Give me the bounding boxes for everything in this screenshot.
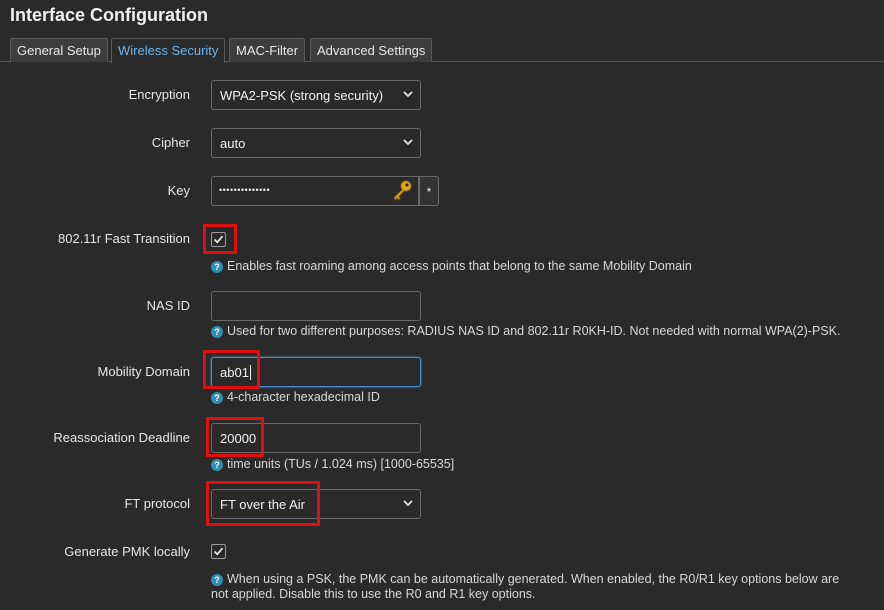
fast-transition-help-text: Enables fast roaming among access points… [227,259,692,273]
generate-pmk-help: ? When using a PSK, the PMK can be automa… [211,572,876,602]
encryption-label: Encryption [128,87,190,102]
reveal-key-button[interactable]: * [419,176,439,206]
mobility-domain-value: ab01 [220,365,249,380]
chevron-down-icon [403,91,413,98]
nas-id-label: NAS ID [146,298,190,313]
chevron-down-icon [403,139,413,146]
checkmark-icon [213,547,224,556]
cipher-label: Cipher [151,135,190,150]
generate-pmk-help-line1: When using a PSK, the PMK can be automat… [227,572,840,586]
tab-advanced-settings[interactable]: Advanced Settings [310,38,433,62]
fast-transition-label: 802.11r Fast Transition [58,231,190,246]
nas-id-help-text: Used for two different purposes: RADIUS … [227,324,841,338]
nas-id-input[interactable] [211,291,421,321]
question-icon: ? [211,459,223,471]
question-icon: ? [211,326,223,338]
generate-pmk-help-line2: not applied. Disable this to use the R0 … [211,587,536,601]
mobility-domain-help: ? 4-character hexadecimal ID [211,390,380,405]
ft-protocol-value: FT over the Air [220,497,306,512]
reassociation-deadline-help-text: time units (TUs / 1.024 ms) [1000-65535] [227,457,455,471]
question-icon: ? [211,261,223,273]
generate-pmk-label: Generate PMK locally [64,544,190,559]
ft-protocol-select[interactable]: FT over the Air [211,489,421,519]
question-icon: ? [211,392,223,404]
generate-pmk-checkbox[interactable] [211,544,226,559]
ft-protocol-label: FT protocol [124,496,190,511]
fast-transition-checkbox[interactable] [211,232,226,247]
reassociation-deadline-input[interactable]: 20000 [211,423,421,453]
mobility-domain-input[interactable]: ab01 [211,357,421,387]
tab-general-setup[interactable]: General Setup [10,38,108,62]
encryption-select[interactable]: WPA2-PSK (strong security) [211,80,421,110]
encryption-value: WPA2-PSK (strong security) [220,88,384,103]
mobility-domain-help-text: 4-character hexadecimal ID [227,390,380,404]
reassociation-deadline-help: ? time units (TUs / 1.024 ms) [1000-65535… [211,457,454,472]
key-label: Key [167,183,190,198]
checkmark-icon [213,235,224,244]
chevron-down-icon [403,500,413,507]
page-title: Interface Configuration [10,5,209,25]
reassociation-deadline-label: Reassociation Deadline [53,430,190,445]
question-icon: ? [211,574,223,586]
nas-id-help: ? Used for two different purposes: RADIUS… [211,324,840,339]
cipher-value: auto [220,136,246,151]
tab-mac-filter[interactable]: MAC-Filter [229,38,306,62]
mobility-domain-label: Mobility Domain [97,364,190,379]
tab-wireless-security[interactable]: Wireless Security [111,38,226,63]
cipher-select[interactable]: auto [211,128,421,158]
text-caret [249,365,251,380]
tab-bar: General Setup Wireless Security MAC-Filt… [0,38,884,63]
key-input[interactable]: •••••••••••••• [211,176,419,206]
fast-transition-help: ? Enables fast roaming among access point… [211,259,692,274]
key-value: •••••••••••••• [219,185,271,195]
key-icon [393,180,412,201]
